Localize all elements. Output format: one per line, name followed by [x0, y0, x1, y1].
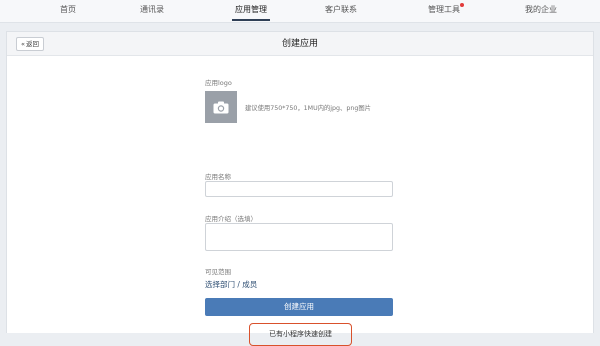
panel-header: « 返回 创建应用 — [7, 32, 593, 56]
nav-admin-tools-label: 管理工具 — [428, 5, 460, 14]
app-name-label: 应用名称 — [205, 173, 231, 181]
logo-hint: 建议使用750*750，1MU内的jpg、png图片 — [245, 105, 371, 112]
notification-dot — [460, 3, 464, 7]
logo-upload[interactable] — [205, 91, 237, 123]
nav-app-management[interactable]: 应用管理 — [232, 0, 270, 22]
top-navigation: 首页 通讯录 应用管理 客户联系 管理工具 我的企业 — [0, 0, 600, 23]
create-app-button[interactable]: 创建应用 — [205, 298, 393, 316]
nav-app-management-label: 应用管理 — [235, 5, 267, 14]
page-title: 创建应用 — [281, 39, 318, 49]
nav-contacts[interactable]: 通讯录 — [140, 0, 164, 22]
app-name-input[interactable] — [205, 181, 393, 197]
select-members-link[interactable]: 选择部门 / 成员 — [205, 279, 257, 290]
camera-icon — [213, 101, 229, 113]
nav-admin-tools[interactable]: 管理工具 — [428, 0, 464, 22]
visibility-label: 可见范围 — [205, 268, 231, 276]
nav-my-company[interactable]: 我的企业 — [525, 0, 557, 22]
quick-create-miniprogram-link[interactable]: 已有小程序快速创建 — [249, 323, 352, 346]
nav-customer-contact[interactable]: 客户联系 — [325, 0, 357, 22]
nav-home[interactable]: 首页 — [60, 0, 76, 22]
logo-label: 应用logo — [205, 79, 232, 87]
create-app-panel: « 返回 创建应用 应用logo 建议使用750*750，1MU内的jpg、pn… — [6, 31, 594, 346]
app-intro-textarea[interactable] — [205, 223, 393, 251]
app-intro-label: 应用介绍（选填） — [205, 215, 257, 223]
